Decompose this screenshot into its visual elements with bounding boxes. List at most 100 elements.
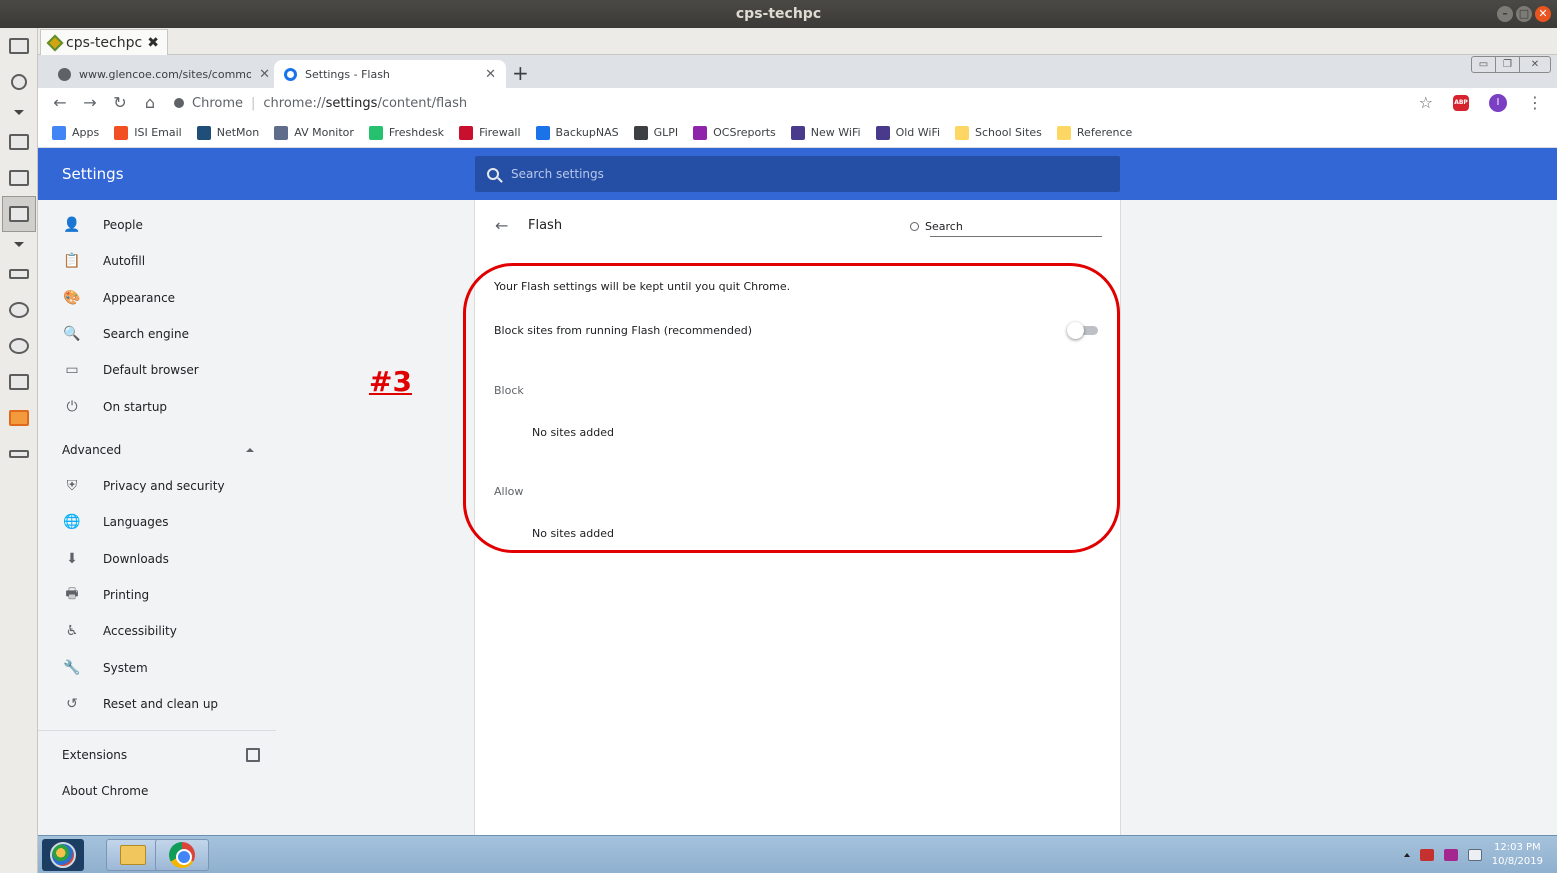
toolbar-multiwindow-button[interactable] bbox=[0, 124, 38, 160]
back-arrow-icon[interactable]: ← bbox=[50, 93, 70, 112]
annotation-label: #3 bbox=[369, 365, 412, 398]
search-icon: 🔍 bbox=[63, 325, 81, 342]
tab-title: Settings - Flash bbox=[305, 67, 390, 81]
toolbar-keyboard-button[interactable] bbox=[0, 256, 38, 292]
sidebar-item-on-startup[interactable]: ⏻ On startup bbox=[38, 389, 276, 425]
settings-search-input[interactable] bbox=[511, 167, 1071, 181]
bookmark-item[interactable]: BackupNAS bbox=[535, 125, 619, 140]
sidebar-item-label: Autofill bbox=[103, 254, 146, 269]
sidebar-item-label: Search engine bbox=[103, 326, 189, 341]
bookmark-item[interactable]: Reference bbox=[1056, 125, 1133, 140]
sidebar-item-appearance[interactable]: 🎨 Appearance bbox=[38, 280, 276, 316]
sidebar-item-reset-and-clean-up[interactable]: ↺ Reset and clean up bbox=[38, 686, 276, 722]
toolbar-disconnect-button[interactable] bbox=[0, 436, 38, 472]
sidebar-item-system[interactable]: 🔧 System bbox=[38, 650, 276, 686]
tools-icon bbox=[9, 302, 29, 318]
url-host: settings bbox=[325, 95, 378, 111]
bookmark-item[interactable]: Old WiFi bbox=[875, 125, 940, 140]
url-separator: | bbox=[251, 95, 256, 111]
tray-expand-icon[interactable] bbox=[1403, 853, 1410, 857]
sidebar-item-default-browser[interactable]: ▭ Default browser bbox=[38, 352, 276, 388]
taskbar-clock[interactable]: 12:03 PM 10/8/2019 bbox=[1492, 841, 1543, 869]
site-search-field[interactable]: Search bbox=[910, 217, 1102, 237]
bookmark-icon bbox=[459, 125, 474, 140]
bookmark-item[interactable]: Apps bbox=[52, 125, 99, 140]
bookmark-item[interactable]: NetMon bbox=[196, 125, 259, 140]
network-icon[interactable] bbox=[1443, 849, 1458, 861]
tab-settings-flash[interactable]: Settings - Flash ✕ bbox=[274, 60, 506, 88]
security-icon[interactable] bbox=[1419, 849, 1434, 861]
sidebar-item-privacy-and-security[interactable]: ⛨ Privacy and security bbox=[38, 468, 276, 504]
sidebar-item-people[interactable]: 👤 People bbox=[38, 207, 276, 243]
reload-icon[interactable]: ↻ bbox=[110, 93, 130, 112]
back-arrow-icon[interactable]: ← bbox=[495, 216, 508, 235]
shield-icon: ⛨ bbox=[66, 478, 78, 494]
address-bar[interactable]: Chrome | chrome://settings/content/flash bbox=[174, 92, 1456, 114]
chrome-restore-button[interactable]: ❐ bbox=[1496, 57, 1520, 72]
menu-dots-icon[interactable]: ⋮ bbox=[1527, 93, 1543, 112]
bookmark-item[interactable]: School Sites bbox=[955, 125, 1042, 140]
close-icon[interactable]: ✖ bbox=[147, 35, 159, 51]
chrome-minimize-button[interactable]: ▭ bbox=[1472, 57, 1496, 72]
bookmark-label: Reference bbox=[1076, 126, 1133, 139]
bookmark-item[interactable]: ISI Email bbox=[114, 125, 182, 140]
bookmark-item[interactable]: OCSreports bbox=[693, 125, 776, 140]
sidebar-item-about-chrome[interactable]: About Chrome bbox=[38, 773, 276, 809]
tab-close-icon[interactable]: ✕ bbox=[259, 67, 270, 82]
toolbar-fullscreen-button[interactable] bbox=[0, 160, 38, 196]
remmina-icon bbox=[46, 34, 64, 51]
close-button[interactable]: ✕ bbox=[1535, 6, 1551, 22]
sidebar-item-languages[interactable]: 🌐 Languages bbox=[38, 504, 276, 540]
bookmark-star-icon[interactable]: ☆ bbox=[1419, 93, 1433, 112]
sidebar-item-autofill[interactable]: 📋 Autofill bbox=[38, 243, 276, 279]
bookmark-item[interactable]: Firewall bbox=[459, 125, 521, 140]
monitor-icon bbox=[9, 170, 29, 186]
toolbar-window-button[interactable] bbox=[0, 28, 38, 64]
advanced-toggle[interactable]: Advanced bbox=[38, 432, 276, 468]
sidebar-item-label: System bbox=[103, 660, 148, 675]
toolbar-settings-button[interactable] bbox=[0, 328, 38, 364]
toolbar-screenshot-button[interactable] bbox=[0, 364, 38, 400]
taskbar-explorer[interactable] bbox=[106, 839, 160, 871]
sidebar-item-printing[interactable]: 🖶 Printing bbox=[38, 577, 276, 613]
new-tab-button[interactable]: + bbox=[512, 61, 529, 85]
bookmark-item[interactable]: GLPI bbox=[633, 125, 678, 140]
toolbar-transfer-button[interactable] bbox=[0, 400, 38, 436]
sidebar-item-downloads[interactable]: ⬇ Downloads bbox=[38, 541, 276, 577]
chevron-down-icon bbox=[14, 241, 24, 247]
toolbar-dropdown[interactable] bbox=[0, 100, 38, 124]
toolbar-tools-button[interactable] bbox=[0, 292, 38, 328]
adblock-icon[interactable]: ABP bbox=[1453, 94, 1469, 111]
power-icon: ⏻ bbox=[66, 398, 78, 415]
tab-title: www.glencoe.com/sites/common bbox=[79, 67, 252, 81]
toolbar-dropdown-2[interactable] bbox=[0, 232, 38, 256]
forward-arrow-icon[interactable]: → bbox=[80, 93, 100, 112]
sidebar-divider bbox=[38, 730, 276, 731]
omnibox-actions: ☆ ABP I ⋮ bbox=[1419, 93, 1543, 112]
minimize-button[interactable]: – bbox=[1497, 6, 1513, 22]
bookmark-label: Firewall bbox=[479, 126, 521, 139]
start-button[interactable] bbox=[42, 839, 84, 871]
tab-close-icon[interactable]: ✕ bbox=[485, 67, 496, 82]
tab-glencoe[interactable]: www.glencoe.com/sites/common ✕ bbox=[48, 60, 280, 88]
clipboard-icon: 📋 bbox=[63, 253, 81, 270]
bookmark-item[interactable]: Freshdesk bbox=[368, 125, 444, 140]
profile-avatar[interactable]: I bbox=[1489, 93, 1507, 112]
sidebar-item-accessibility[interactable]: ♿ Accessibility bbox=[38, 613, 276, 649]
chevron-up-icon bbox=[246, 448, 254, 452]
remote-session-tab[interactable]: cps-techpc ✖ bbox=[40, 29, 168, 55]
taskbar-chrome[interactable] bbox=[155, 839, 209, 871]
bookmark-item[interactable]: New WiFi bbox=[790, 125, 861, 140]
bookmark-item[interactable]: AV Monitor bbox=[274, 125, 354, 140]
sidebar-item-search-engine[interactable]: 🔍 Search engine bbox=[38, 316, 276, 352]
toolbar-move-button[interactable] bbox=[0, 64, 38, 100]
chrome-close-button[interactable]: ✕ bbox=[1520, 57, 1550, 72]
maximize-button[interactable]: □ bbox=[1516, 6, 1532, 22]
settings-search[interactable] bbox=[475, 156, 1120, 192]
sidebar-item-extensions[interactable]: Extensions bbox=[38, 737, 276, 773]
toolbar-zoom-button[interactable] bbox=[2, 196, 36, 232]
home-icon[interactable]: ⌂ bbox=[140, 93, 160, 112]
display-icon[interactable] bbox=[1467, 849, 1482, 861]
remote-toolbar bbox=[0, 28, 38, 873]
site-search-placeholder: Search bbox=[925, 220, 963, 233]
